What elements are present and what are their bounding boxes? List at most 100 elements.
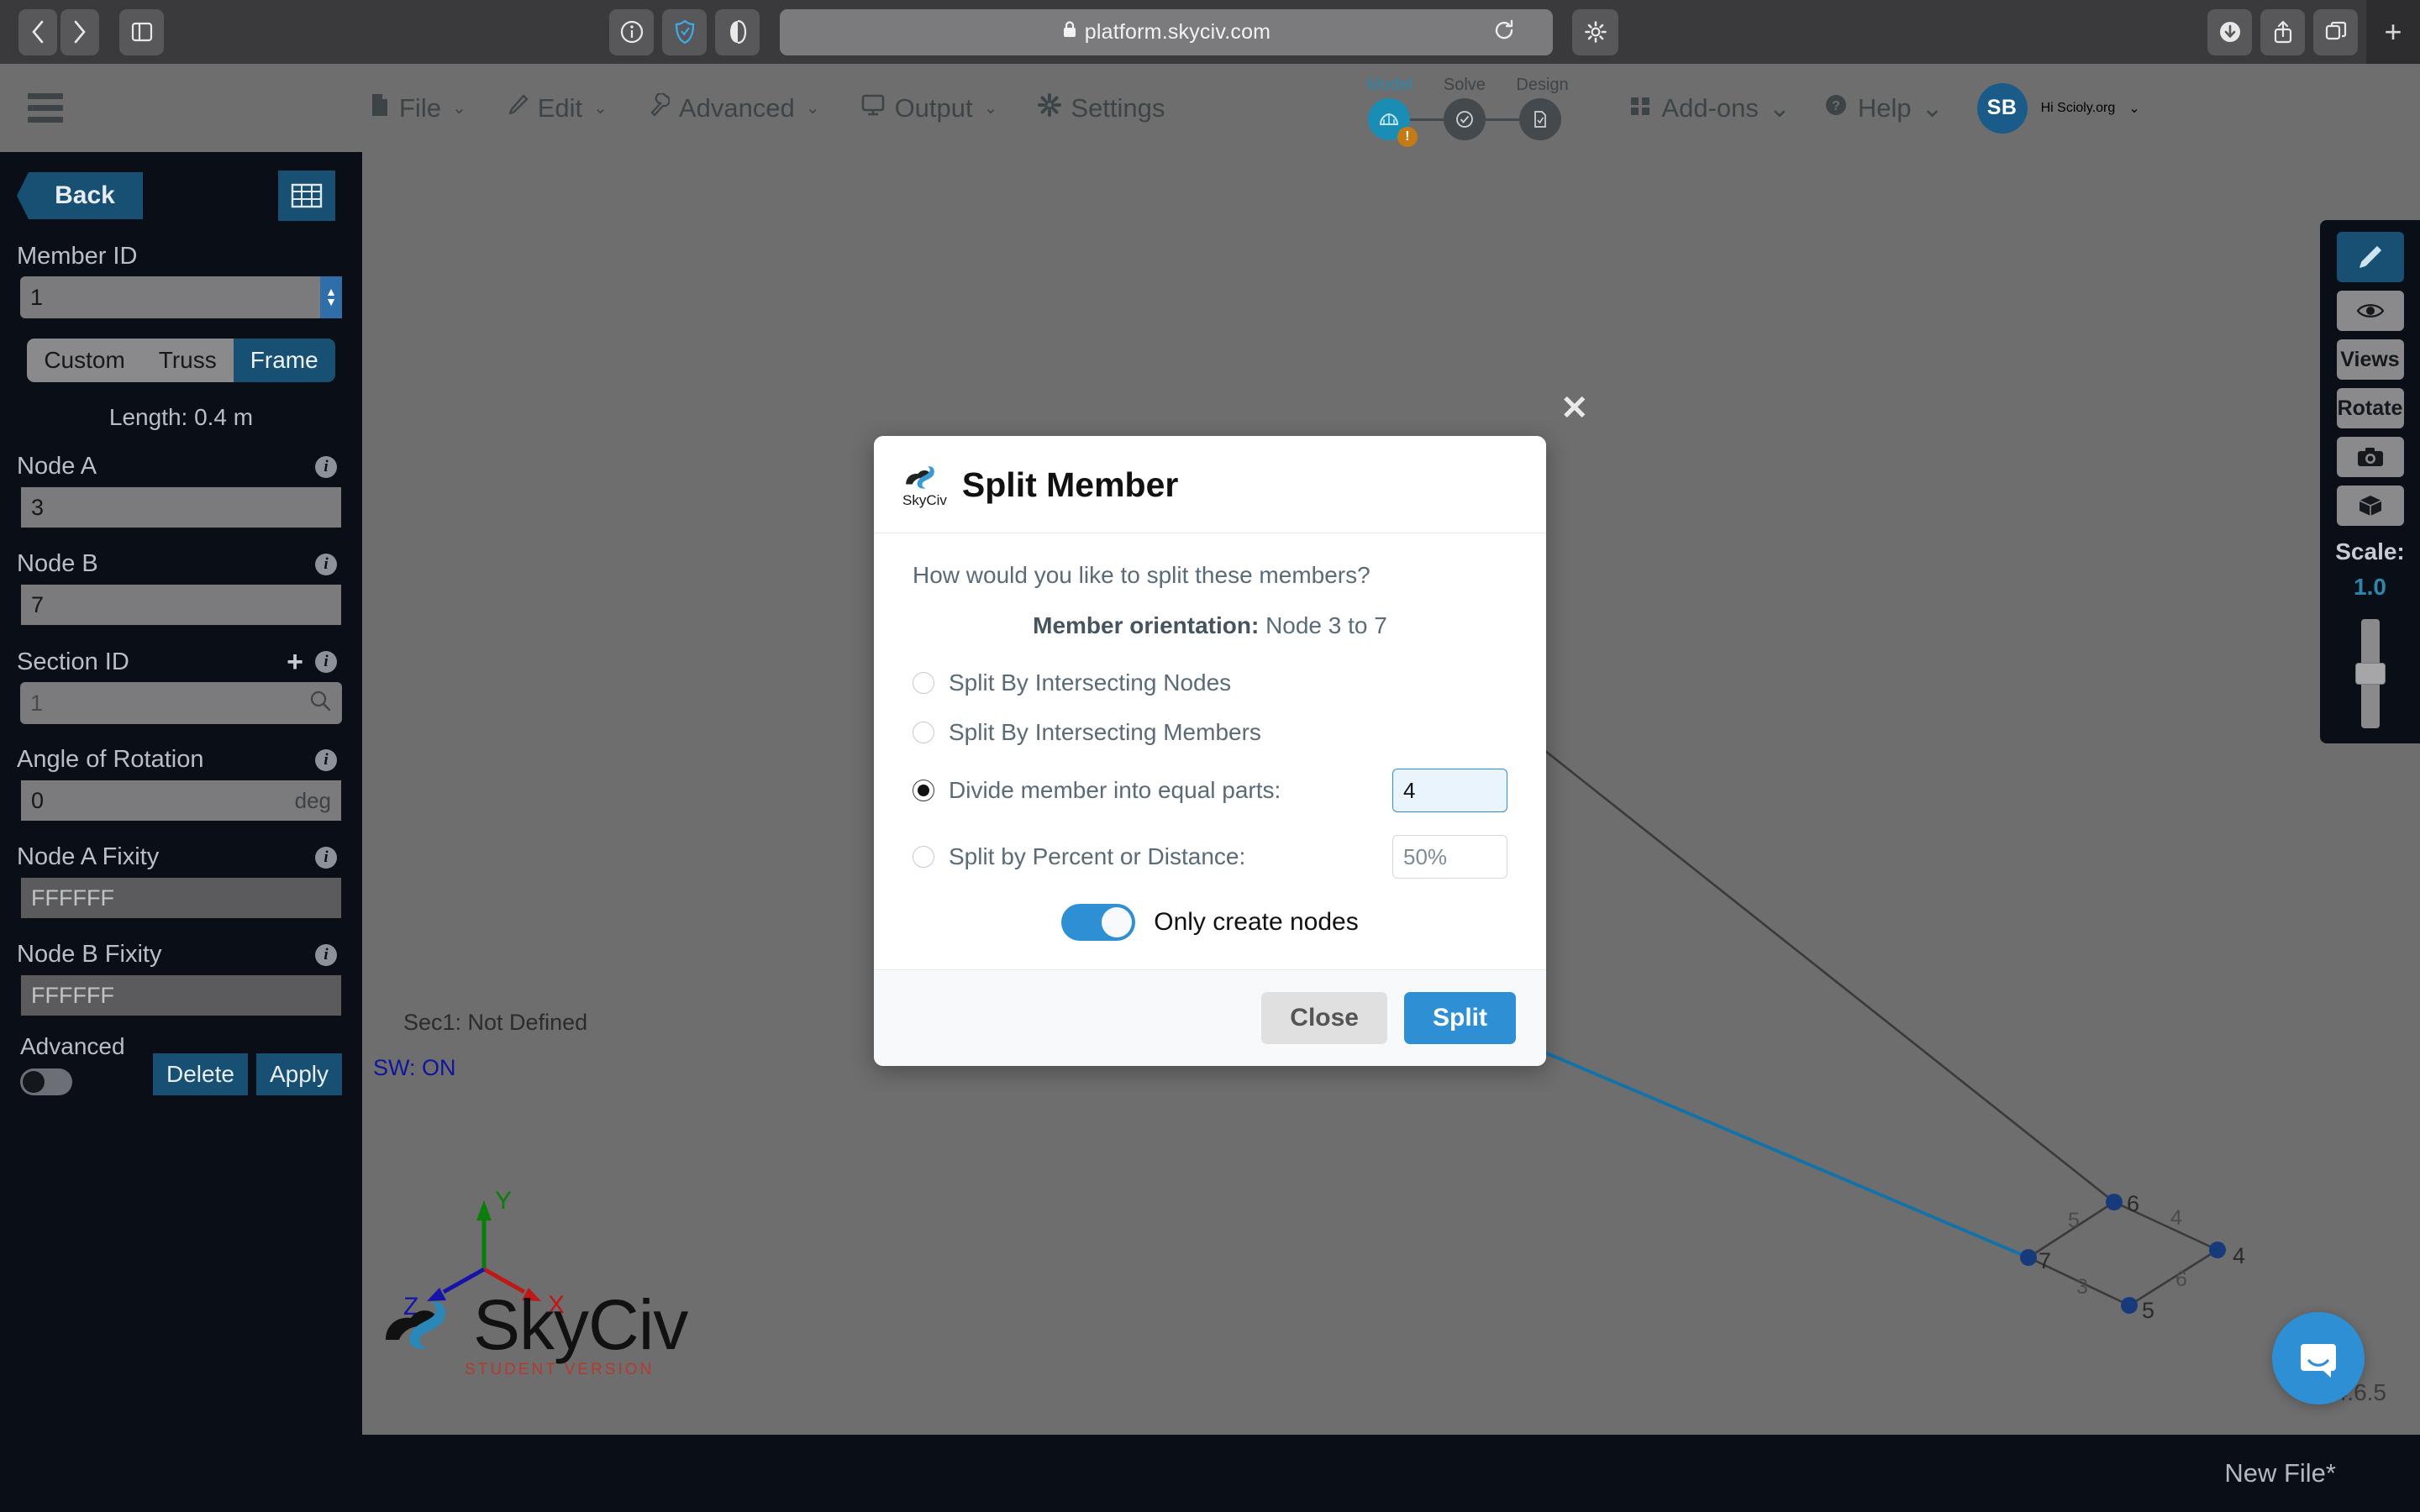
- info-icon[interactable]: i: [315, 553, 337, 575]
- user-menu[interactable]: SB Hi Scioly.org ⌄: [1976, 82, 2140, 134]
- option-divide-equal-parts[interactable]: Divide member into equal parts: 4: [913, 769, 1507, 812]
- close-button[interactable]: Close: [1261, 992, 1387, 1044]
- camera-icon[interactable]: [2336, 437, 2404, 477]
- split-options-list: Split By Intersecting Nodes Split By Int…: [913, 669, 1507, 879]
- cube-icon[interactable]: [2336, 486, 2404, 526]
- shield-check-icon[interactable]: [662, 8, 707, 55]
- scale-slider[interactable]: [2354, 618, 2386, 728]
- member-id-input[interactable]: 1 ▲ ▼: [20, 276, 342, 318]
- workflow-stages: Model Solve Design !: [1366, 76, 1569, 147]
- member-id-stepper[interactable]: ▲ ▼: [320, 276, 342, 318]
- radio-intersecting-nodes[interactable]: [913, 672, 934, 694]
- visibility-button[interactable]: [2336, 291, 2404, 331]
- download-icon[interactable]: [2207, 8, 2252, 55]
- reader-mode-icon[interactable]: [715, 8, 760, 55]
- svg-text:?: ?: [1832, 99, 1840, 113]
- help-circle-icon: ?: [1824, 93, 1848, 123]
- stage-button-design[interactable]: [1518, 98, 1561, 140]
- section-id-label: Section ID + i: [17, 648, 362, 676]
- segment-custom[interactable]: Custom: [27, 339, 142, 382]
- member-label-5: 5: [2068, 1209, 2080, 1232]
- menu-item-output[interactable]: Output ⌄: [860, 93, 998, 123]
- orientation-label: Member orientation:: [1033, 612, 1260, 638]
- back-button[interactable]: Back: [17, 172, 143, 219]
- node-label-7: 7: [2039, 1248, 2052, 1273]
- menu-item-advanced[interactable]: Advanced ⌄: [648, 92, 820, 123]
- info-icon[interactable]: i: [315, 846, 337, 869]
- rotate-button[interactable]: Rotate: [2336, 388, 2404, 428]
- forward-arrow-icon[interactable]: [60, 8, 99, 55]
- menu-item-edit[interactable]: Edit ⌄: [507, 93, 608, 123]
- option-split-by-percent[interactable]: Split by Percent or Distance: 50%: [913, 835, 1507, 879]
- lock-icon: [1062, 20, 1077, 45]
- advanced-toggle[interactable]: [20, 1068, 72, 1095]
- info-icon[interactable]: i: [315, 455, 337, 478]
- tab-overview-icon[interactable]: [2313, 8, 2358, 55]
- topbar-right: Add-ons ⌄ ? Help ⌄ SB Hi Scioly.org ⌄: [1629, 82, 2140, 134]
- node-a-label-text: Node A: [17, 453, 97, 480]
- table-grid-icon[interactable]: [278, 171, 335, 221]
- node-a-fixity-label-text: Node A Fixity: [17, 843, 160, 870]
- sidebar-toggle-icon[interactable]: [119, 8, 164, 55]
- help-menu[interactable]: ? Help ⌄: [1824, 93, 1944, 123]
- option-label-intersecting-nodes: Split By Intersecting Nodes: [949, 669, 1232, 696]
- chat-bubble-icon[interactable]: [2272, 1312, 2365, 1404]
- scale-slider-thumb[interactable]: [2354, 662, 2386, 685]
- back-arrow-icon[interactable]: [18, 8, 57, 55]
- search-icon[interactable]: [308, 689, 332, 718]
- option-split-by-intersecting-nodes[interactable]: Split By Intersecting Nodes: [913, 669, 1507, 696]
- info-icon[interactable]: i: [315, 651, 337, 673]
- edit-mode-button[interactable]: [2336, 232, 2404, 282]
- skyciv-logo-icon: [381, 1291, 468, 1359]
- gear-icon[interactable]: [1572, 8, 1618, 55]
- url-bar[interactable]: platform.skyciv.com: [780, 8, 1618, 55]
- delete-button[interactable]: Delete: [153, 1053, 248, 1095]
- node-label-5: 5: [2142, 1298, 2155, 1323]
- menu-item-settings[interactable]: Settings: [1038, 92, 1165, 123]
- section-id-input[interactable]: 1: [20, 682, 342, 724]
- radio-divide-equal-parts[interactable]: [913, 780, 934, 801]
- percent-distance-input[interactable]: 50%: [1392, 835, 1507, 879]
- equal-parts-input[interactable]: 4: [1392, 769, 1507, 812]
- addons-menu[interactable]: Add-ons ⌄: [1629, 93, 1791, 123]
- stage-button-solve[interactable]: [1443, 98, 1486, 140]
- info-icon[interactable]: i: [315, 943, 337, 966]
- menu-label-settings: Settings: [1071, 92, 1165, 123]
- node-a-fixity-input[interactable]: FFFFFF: [20, 877, 342, 919]
- member-id-label: Member ID: [17, 243, 362, 270]
- radio-split-by-percent[interactable]: [913, 846, 934, 868]
- watermark-sub: STUDENT VERSION: [465, 1361, 655, 1378]
- advanced-row: Advanced Delete Apply: [0, 1033, 362, 1095]
- views-button[interactable]: Views: [2336, 339, 2404, 380]
- modal-close-x-icon[interactable]: ✕: [1560, 391, 1589, 425]
- apply-button[interactable]: Apply: [255, 1053, 342, 1095]
- segment-truss[interactable]: Truss: [141, 339, 234, 382]
- segment-frame[interactable]: Frame: [233, 339, 335, 382]
- wrench-icon: [648, 92, 671, 123]
- option-split-by-intersecting-members[interactable]: Split By Intersecting Members: [913, 719, 1507, 746]
- only-create-nodes-row: Only create nodes: [913, 904, 1507, 941]
- radio-intersecting-members[interactable]: [913, 722, 934, 743]
- menu-item-file[interactable]: File ⌄: [370, 92, 466, 124]
- info-icon[interactable]: i: [315, 748, 337, 771]
- angle-of-rotation-value: 0: [31, 787, 45, 813]
- node-b-fixity-input[interactable]: FFFFFF: [20, 974, 342, 1016]
- only-create-nodes-toggle[interactable]: [1061, 904, 1136, 941]
- share-icon[interactable]: [2260, 8, 2305, 55]
- new-tab-button[interactable]: +: [2366, 0, 2420, 64]
- stage-label-model: Model: [1366, 76, 1413, 94]
- stage-button-model[interactable]: !: [1367, 98, 1418, 147]
- info-icon[interactable]: [609, 8, 654, 55]
- member-label-4: 4: [2170, 1206, 2182, 1230]
- angle-of-rotation-input[interactable]: 0 deg: [20, 780, 342, 822]
- split-button[interactable]: Split: [1404, 992, 1516, 1044]
- skyciv-watermark: SkyCiv STUDENT VERSION: [381, 1284, 688, 1379]
- node-b-input[interactable]: 7: [20, 584, 342, 626]
- chevron-down-icon: ⌄: [983, 99, 998, 118]
- plus-icon[interactable]: +: [287, 648, 303, 676]
- node-dot: [2106, 1194, 2123, 1210]
- reload-icon[interactable]: [1492, 18, 1516, 46]
- hamburger-menu-icon[interactable]: [0, 64, 91, 152]
- node-a-input[interactable]: 3: [20, 486, 342, 528]
- angle-of-rotation-label: Angle of Rotation i: [17, 746, 362, 774]
